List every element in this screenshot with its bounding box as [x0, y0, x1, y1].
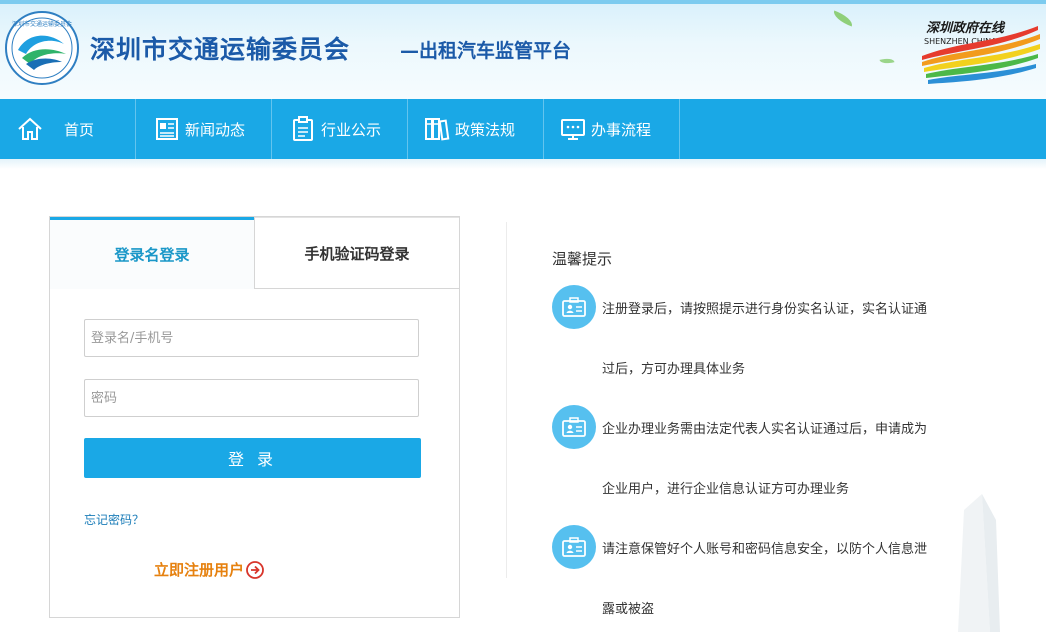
building-watermark	[958, 494, 1000, 632]
transport-commission-logo[interactable]: 深圳市交通运输委员会	[4, 10, 80, 86]
vertical-divider	[506, 222, 507, 578]
tip-icon-2	[552, 405, 596, 449]
id-card-icon	[562, 537, 586, 557]
nav-separator	[407, 99, 408, 159]
nav-separator	[679, 99, 680, 159]
tip-3-line-1: 请注意保管好个人账号和密码信息安全，以防个人信息泄	[602, 542, 928, 557]
nav-item-label: 首页	[64, 120, 95, 139]
register-label: 立即注册用户	[154, 561, 245, 579]
nav-item-announcements[interactable]: 行业公示	[289, 99, 381, 159]
nav-item-label: 政策法规	[455, 120, 516, 139]
nav-shadow	[0, 159, 1046, 169]
tab-underline	[50, 289, 254, 290]
login-button[interactable]: 登 录	[84, 438, 421, 478]
tip-1-line-2: 过后，方可办理具体业务	[602, 362, 746, 377]
books-icon	[425, 118, 450, 141]
tip-2-line-2: 企业用户，进行企业信息认证方可办理业务	[602, 482, 850, 497]
logo-ring-text: 深圳市交通运输委员会	[12, 20, 72, 28]
shenzhen-logo-cn: 深圳政府在线	[926, 20, 1006, 36]
nav-item-procedures[interactable]: 办事流程	[559, 99, 651, 159]
id-card-icon	[562, 417, 586, 437]
forgot-password-link[interactable]: 忘记密码？	[84, 511, 144, 528]
monitor-icon	[561, 119, 585, 140]
nav-item-label: 行业公示	[321, 120, 382, 139]
site-subtitle: —出租汽车监管平台	[400, 40, 572, 62]
login-panel: 登录名登录 手机验证码登录 登 录 忘记密码？ 立即注册用户	[49, 216, 460, 618]
tab-username-login[interactable]: 登录名登录	[50, 217, 254, 289]
tip-2-line-1: 企业办理业务需由法定代表人实名认证通过后，申请成为	[602, 422, 928, 437]
leaf-decoration	[879, 56, 895, 66]
id-card-icon	[562, 297, 586, 317]
tip-1-line-1: 注册登录后，请按照提示进行身份实名认证，实名认证通	[602, 302, 928, 317]
clipboard-icon	[293, 116, 313, 141]
username-input[interactable]	[84, 319, 419, 357]
site-header: 深圳市交通运输委员会 深圳市交通运输委员会 —出租汽车监管平台 深圳政府在线 S…	[0, 0, 1046, 99]
nav-separator	[135, 99, 136, 159]
home-icon	[18, 117, 42, 140]
shenzhen-china-logo[interactable]: 深圳政府在线 SHENZHEN CHINA	[918, 12, 1043, 92]
header-top-line	[0, 0, 1046, 4]
tip-icon-3	[552, 525, 596, 569]
register-link[interactable]: 立即注册用户	[154, 559, 264, 580]
arrow-right-circle-icon	[246, 560, 264, 579]
nav-separator	[271, 99, 272, 159]
nav-item-policies[interactable]: 政策法规	[423, 99, 515, 159]
nav-item-news[interactable]: 新闻动态	[153, 99, 245, 159]
nav-separator	[543, 99, 544, 159]
tips-title: 温馨提示	[552, 250, 613, 268]
nav-item-label: 办事流程	[591, 120, 652, 139]
nav-item-home[interactable]: 首页	[16, 99, 94, 159]
leaf-decoration	[831, 10, 855, 27]
password-input[interactable]	[84, 379, 419, 417]
main-nav: 首页 新闻动态 行业公示 政策法规 办事流程	[0, 99, 1046, 159]
tab-sms-login[interactable]: 手机验证码登录	[254, 217, 459, 289]
site-title: 深圳市交通运输委员会	[90, 35, 351, 64]
nav-item-label: 新闻动态	[185, 120, 246, 139]
news-icon	[156, 118, 178, 140]
tip-3-line-2: 露或被盗	[602, 602, 655, 617]
tip-icon-1	[552, 285, 596, 329]
